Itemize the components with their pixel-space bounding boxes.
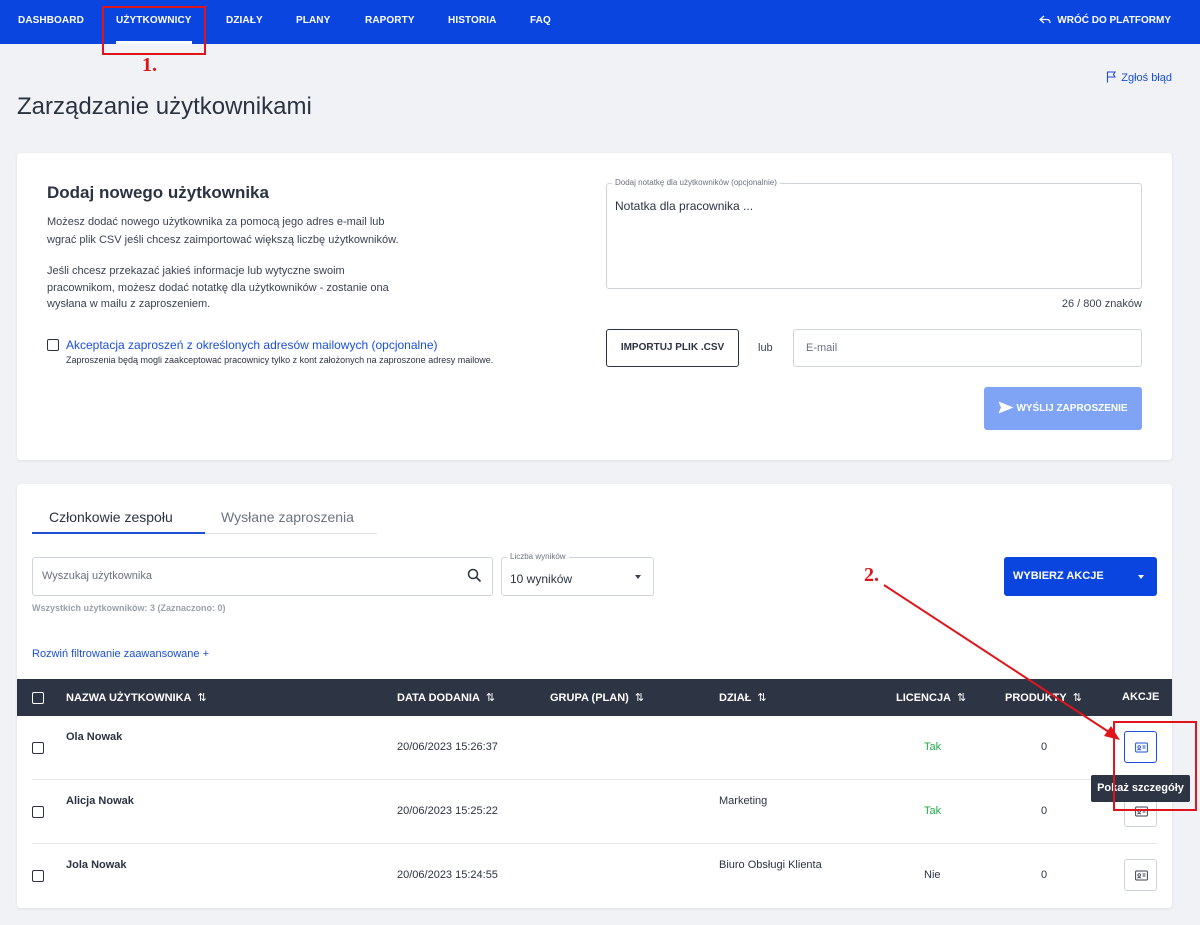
sort-icon[interactable]: ⇅ — [486, 692, 495, 704]
annotation-step-1: 1. — [142, 54, 157, 76]
sort-icon[interactable]: ⇅ — [635, 692, 644, 704]
accept-domains-note: Zaproszenia będą mogli zaakceptować prac… — [66, 355, 494, 365]
row-checkbox[interactable] — [32, 870, 44, 882]
note-char-counter: 26 / 800 znaków — [1061, 298, 1142, 310]
department: Marketing — [719, 795, 768, 807]
send-invitation-button[interactable]: WYŚLIJ ZAPROSZENIE — [984, 387, 1142, 430]
add-user-desc-line: Jeśli chcesz przekazać jakieś informacje… — [47, 265, 345, 277]
annotation-box-details — [1113, 721, 1197, 811]
products-count: 0 — [1041, 869, 1048, 881]
sort-icon[interactable]: ⇅ — [957, 692, 966, 704]
col-header-group[interactable]: GRUPA (PLAN) ⇅ — [550, 691, 644, 704]
or-separator: lub — [758, 342, 773, 354]
choose-action-button[interactable]: WYBIERZ AKCJE — [1004, 557, 1157, 596]
select-all-checkbox[interactable] — [32, 692, 44, 704]
date-added: 20/06/2023 15:26:37 — [397, 741, 498, 753]
choose-action-label: WYBIERZ AKCJE — [1013, 570, 1104, 582]
col-header-label: PRODUKTY — [1005, 692, 1067, 704]
tab-sent-invitations[interactable]: Wysłane zaproszenia — [221, 509, 354, 525]
nav-faq[interactable]: FAQ — [530, 0, 551, 44]
col-header-name[interactable]: NAZWA UŻYTKOWNIKA ⇅ — [66, 691, 207, 704]
date-added: 20/06/2023 15:25:22 — [397, 805, 498, 817]
annotation-box-users — [102, 6, 206, 55]
import-csv-button[interactable]: IMPORTUJ PLIK .CSV — [606, 329, 739, 367]
total-users-count: Wszystkich użytkowników: 3 (Zaznaczono: … — [32, 603, 226, 613]
id-card-icon — [1135, 870, 1148, 881]
nav-dashboard[interactable]: DASHBOARD — [18, 0, 84, 44]
col-header-label: DATA DODANIA — [397, 692, 480, 704]
accept-domains-checkbox[interactable] — [47, 339, 59, 351]
col-header-license[interactable]: LICENCJA ⇅ — [896, 691, 966, 704]
col-header-label: GRUPA (PLAN) — [550, 692, 629, 704]
chevron-down-icon — [1138, 575, 1144, 579]
show-details-button[interactable] — [1124, 859, 1157, 891]
user-name[interactable]: Ola Nowak — [66, 731, 122, 743]
add-user-desc-line: wgrać plik CSV jeśli chcesz zaimportować… — [47, 234, 399, 246]
col-header-label: DZIAŁ — [719, 692, 752, 704]
results-per-page-value: 10 wyników — [510, 572, 573, 586]
back-arrow-icon — [1039, 15, 1051, 24]
active-tab-indicator — [32, 532, 205, 534]
annotation-step-2: 2. — [864, 564, 879, 586]
department: Biuro Obsługi Klienta — [719, 859, 822, 871]
report-bug-label: Zgłoś błąd — [1121, 72, 1172, 84]
products-count: 0 — [1041, 805, 1048, 817]
send-invitation-label: WYŚLIJ ZAPROSZENIE — [1016, 403, 1128, 414]
add-user-desc-line: wysłana w mailu z zaproszeniem. — [47, 298, 211, 310]
back-to-platform-label: WRÓĆ DO PLATFORMY — [1057, 15, 1171, 26]
search-input[interactable]: Wyszukaj użytkownika — [32, 557, 493, 596]
results-per-page-label: Liczba wyników — [507, 552, 569, 561]
user-name[interactable]: Alicja Nowak — [66, 795, 134, 807]
accept-domains-label[interactable]: Akceptacja zaproszeń z określonych adres… — [66, 338, 438, 352]
note-label: Dodaj notatkę dla użytkowników (opcjonal… — [612, 178, 780, 187]
tab-team-members[interactable]: Członkowie zespołu — [49, 509, 173, 525]
nav-departments[interactable]: DZIAŁY — [226, 0, 263, 44]
col-header-department[interactable]: DZIAŁ ⇅ — [719, 691, 767, 704]
user-name[interactable]: Jola Nowak — [66, 859, 127, 871]
col-header-label: NAZWA UŻYTKOWNIKA — [66, 692, 192, 704]
col-header-label: LICENCJA — [896, 692, 952, 704]
nav-plans[interactable]: PLANY — [296, 0, 330, 44]
note-value[interactable]: Notatka dla pracownika ... — [615, 199, 753, 213]
col-header-products[interactable]: PRODUKTY ⇅ — [1005, 691, 1082, 704]
search-icon[interactable] — [467, 568, 482, 583]
flag-icon — [1107, 71, 1117, 83]
row-divider — [32, 779, 1157, 780]
sort-icon[interactable]: ⇅ — [1073, 692, 1082, 704]
license-status: Tak — [924, 805, 942, 817]
col-header-date[interactable]: DATA DODANIA ⇅ — [397, 691, 495, 704]
row-checkbox[interactable] — [32, 742, 44, 754]
sort-icon[interactable]: ⇅ — [757, 692, 766, 704]
chevron-down-icon — [635, 575, 641, 579]
row-divider — [32, 843, 1157, 844]
back-to-platform-link[interactable]: WRÓĆ DO PLATFORMY — [1039, 0, 1171, 44]
page-title: Zarządzanie użytkownikami — [17, 93, 312, 120]
license-status: Tak — [924, 741, 942, 753]
report-bug-link[interactable]: Zgłoś błąd — [1106, 71, 1172, 84]
nav-reports[interactable]: RAPORTY — [365, 0, 415, 44]
products-count: 0 — [1041, 741, 1048, 753]
license-status: Nie — [924, 869, 941, 881]
col-header-actions: AKCJE — [1122, 691, 1160, 703]
add-user-desc-line: Możesz dodać nowego użytkownika za pomoc… — [47, 216, 385, 228]
nav-history[interactable]: HISTORIA — [448, 0, 496, 44]
add-user-title: Dodaj nowego użytkownika — [47, 183, 269, 202]
row-checkbox[interactable] — [32, 806, 44, 818]
advanced-filter-link[interactable]: Rozwiń filtrowanie zaawansowane + — [32, 648, 209, 660]
add-user-desc-line: pracownikom, możesz dodać notatkę dla uż… — [47, 282, 389, 294]
sort-icon[interactable]: ⇅ — [197, 692, 206, 704]
email-input[interactable]: E-mail — [793, 329, 1142, 367]
send-icon — [998, 401, 1014, 414]
date-added: 20/06/2023 15:24:55 — [397, 869, 498, 881]
